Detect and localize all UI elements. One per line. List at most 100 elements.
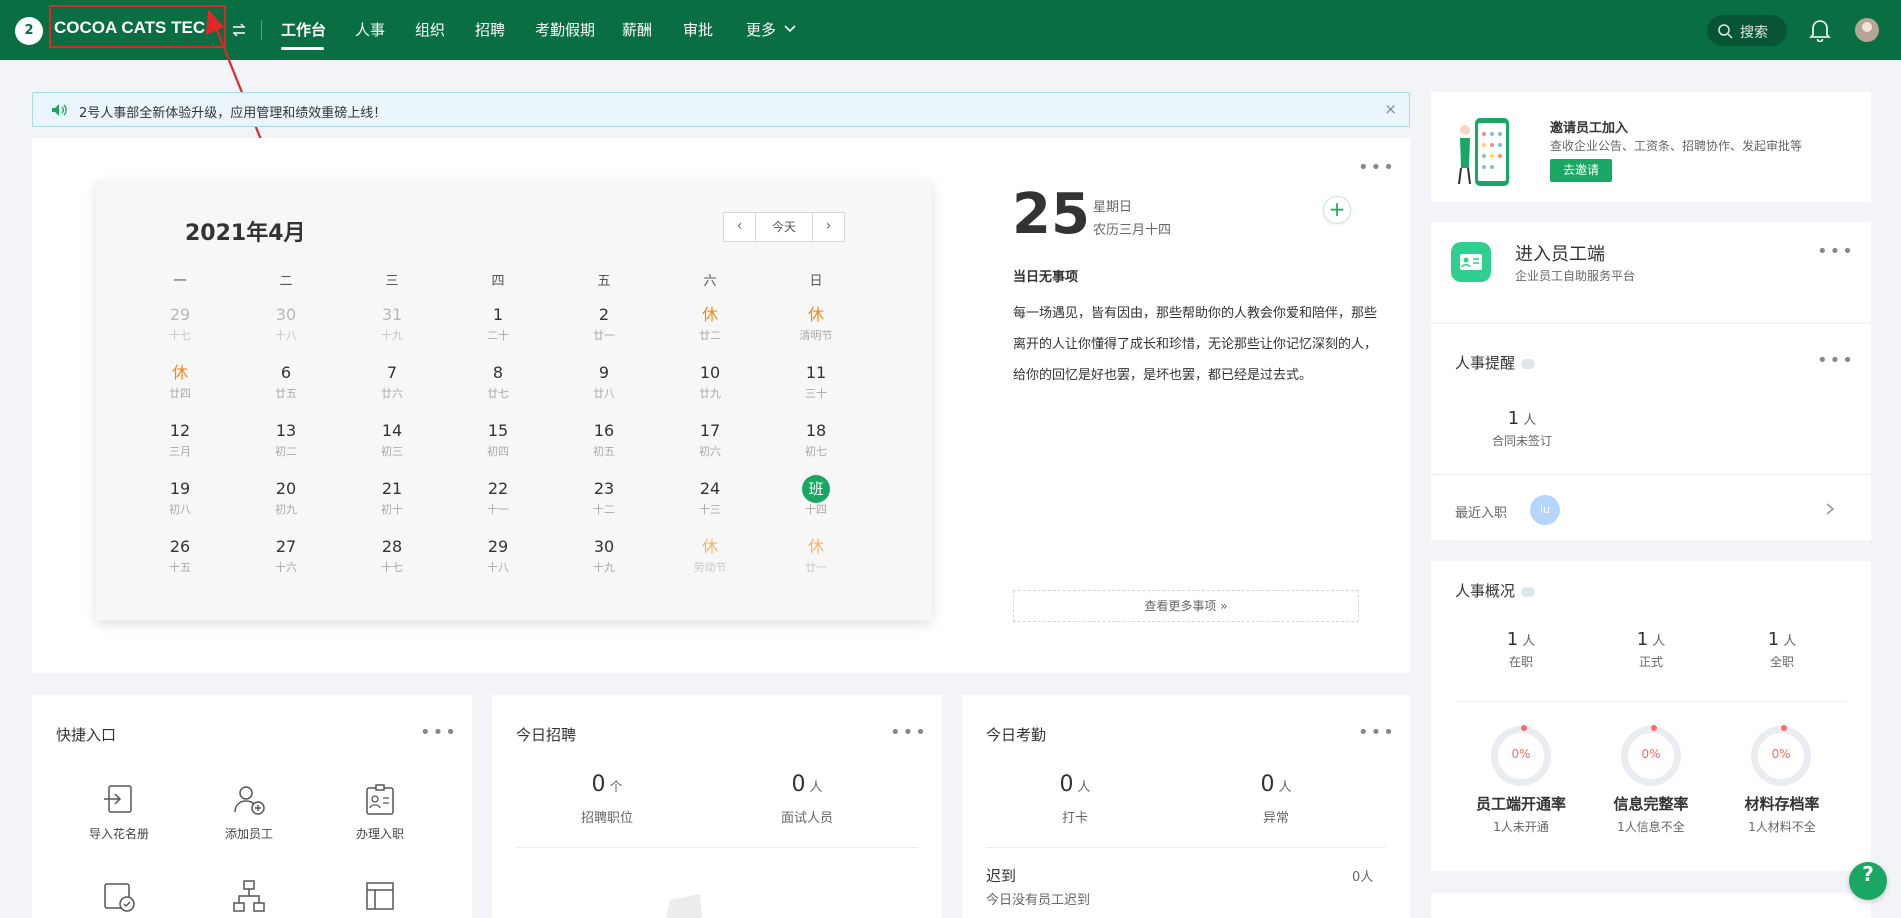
calendar-day[interactable]: 15 初四 bbox=[468, 421, 528, 459]
fulltime-count[interactable]: 1人 bbox=[1712, 629, 1852, 650]
calendar-day[interactable]: 29 十八 bbox=[468, 537, 528, 575]
calendar-day[interactable]: 17 初六 bbox=[680, 421, 740, 459]
lunar-date: 三月 bbox=[169, 445, 191, 458]
calendar-day[interactable]: 30 十八 bbox=[256, 305, 316, 343]
calendar-day[interactable]: 30 十九 bbox=[574, 537, 634, 575]
id-card-icon bbox=[1451, 242, 1491, 282]
calendar-day[interactable]: 22 十一 bbox=[468, 479, 528, 517]
attendance-check-icon[interactable] bbox=[101, 878, 137, 914]
org-chart-icon[interactable] bbox=[231, 878, 267, 914]
regular-count[interactable]: 1人 bbox=[1581, 629, 1721, 650]
calendar-day[interactable]: 10 廿九 bbox=[680, 363, 740, 401]
abnormal-count[interactable]: 0人 bbox=[1206, 772, 1346, 797]
calendar-day[interactable]: 19 初八 bbox=[150, 479, 210, 517]
more-options-icon[interactable]: ••• bbox=[1817, 352, 1855, 370]
day-number: 10 bbox=[699, 363, 721, 382]
calendar-day[interactable]: 6 廿五 bbox=[256, 363, 316, 401]
help-button[interactable]: ? bbox=[1849, 862, 1887, 900]
calendar-day[interactable]: 29 十七 bbox=[150, 305, 210, 343]
open-positions-count[interactable]: 0个 bbox=[537, 772, 677, 797]
more-options-icon[interactable]: ••• bbox=[1817, 243, 1855, 261]
calendar-day[interactable]: 24 十三 bbox=[680, 479, 740, 517]
calendar-day[interactable]: 休廿一 bbox=[786, 537, 846, 575]
calendar-day[interactable]: 26 十五 bbox=[150, 537, 210, 575]
prev-month-button[interactable]: ‹ bbox=[724, 213, 756, 241]
nav-recruitment[interactable]: 招聘 bbox=[475, 19, 505, 40]
add-event-button[interactable]: + bbox=[1323, 196, 1351, 224]
calendar-day[interactable]: 休廿二 bbox=[680, 305, 740, 343]
lunar-date: 廿二 bbox=[699, 329, 721, 342]
nav-workbench[interactable]: 工作台 bbox=[281, 19, 326, 40]
calendar-day[interactable]: 12 三月 bbox=[150, 421, 210, 459]
calendar-day[interactable]: 21 初十 bbox=[362, 479, 422, 517]
close-icon[interactable]: × bbox=[1384, 100, 1397, 118]
active-count[interactable]: 1人 bbox=[1451, 629, 1591, 650]
active-label: 在职 bbox=[1508, 655, 1533, 669]
info-icon[interactable] bbox=[1521, 586, 1536, 597]
weekday-header: 二 bbox=[279, 274, 293, 289]
nav-approval[interactable]: 审批 bbox=[683, 19, 713, 40]
calendar-day[interactable]: 11 三十 bbox=[786, 363, 846, 401]
calendar-day[interactable]: 班十四 bbox=[786, 475, 846, 517]
calendar-month-title: 2021年4月 bbox=[185, 221, 306, 246]
more-options-icon[interactable]: ••• bbox=[420, 724, 458, 742]
calendar-day[interactable]: 休清明节 bbox=[786, 305, 846, 343]
user-avatar[interactable] bbox=[1855, 18, 1879, 42]
calendar-day[interactable]: 休劳动节 bbox=[680, 537, 740, 575]
calendar-day[interactable]: 20 初九 bbox=[256, 479, 316, 517]
app-logo[interactable]: 2 bbox=[15, 17, 43, 45]
invite-button[interactable]: 去邀请 bbox=[1550, 159, 1612, 182]
calendar-day[interactable]: 31 十九 bbox=[362, 305, 422, 343]
announcement-text[interactable]: 2号人事部全新体验升级，应用管理和绩效重磅上线！ bbox=[79, 102, 386, 121]
nav-personnel[interactable]: 人事 bbox=[355, 19, 385, 40]
calendar-panel: ••• 2021年4月 ‹ 今天 › 一二三四五六日 29 十七 30 十八 31 十九 1 二… bbox=[32, 138, 1410, 673]
chevron-down-icon[interactable] bbox=[783, 21, 797, 35]
lunar-date: 三十 bbox=[805, 387, 827, 400]
nav-attendance[interactable]: 考勤假期 bbox=[535, 19, 595, 40]
employee-portal-card[interactable]: 进入员工端 企业员工自助服务平台 ••• bbox=[1431, 222, 1871, 322]
lunar-date: 十五 bbox=[169, 561, 191, 574]
calendar-day[interactable]: 7 廿六 bbox=[362, 363, 422, 401]
calendar-day[interactable]: 休廿四 bbox=[150, 363, 210, 401]
calendar-day[interactable]: 28 十七 bbox=[362, 537, 422, 575]
next-month-button[interactable]: › bbox=[812, 213, 844, 241]
interviewees-count[interactable]: 0人 bbox=[737, 772, 877, 797]
calendar-day[interactable]: 14 初三 bbox=[362, 421, 422, 459]
day-number: 19 bbox=[169, 479, 191, 498]
daily-quote: 每一场遇见，皆有因由，那些帮助你的人教会你爱和陪伴，那些离开的人让你懂得了成长和… bbox=[1013, 306, 1378, 383]
progress-ring: 0% bbox=[1751, 725, 1811, 786]
calendar-day[interactable]: 1 二十 bbox=[468, 305, 528, 343]
calendar-day[interactable]: 27 十六 bbox=[256, 537, 316, 575]
clock-in-count[interactable]: 0人 bbox=[1005, 772, 1145, 797]
more-options-icon[interactable]: ••• bbox=[1358, 159, 1396, 177]
calendar-day[interactable]: 18 初七 bbox=[786, 421, 846, 459]
view-more-events-button[interactable]: 查看更多事项 » bbox=[1013, 590, 1359, 622]
nav-more[interactable]: 更多 bbox=[746, 19, 776, 40]
employee-portal-description: 企业员工自助服务平台 bbox=[1515, 269, 1636, 283]
late-count: 0人 bbox=[1352, 870, 1374, 885]
bell-icon[interactable] bbox=[1809, 18, 1831, 42]
chevron-right-icon[interactable] bbox=[1823, 502, 1837, 516]
info-icon[interactable] bbox=[1521, 358, 1536, 369]
calendar-day[interactable]: 8 廿七 bbox=[468, 363, 528, 401]
calendar-day[interactable]: 9 廿八 bbox=[574, 363, 634, 401]
day-number: 15 bbox=[487, 421, 509, 440]
nav-payroll[interactable]: 薪酬 bbox=[622, 19, 652, 40]
recent-hire-avatar[interactable]: iu bbox=[1530, 495, 1560, 525]
quick-entry-title: 快捷入口 bbox=[56, 726, 117, 744]
today-button[interactable]: 今天 bbox=[756, 213, 812, 241]
calendar-day[interactable]: 13 初二 bbox=[256, 421, 316, 459]
nav-organization[interactable]: 组织 bbox=[415, 19, 445, 40]
weekday-header: 一 bbox=[173, 274, 187, 289]
more-options-icon[interactable]: ••• bbox=[1358, 724, 1396, 742]
lunar-date: 廿八 bbox=[593, 387, 615, 400]
calendar-day[interactable]: 23 十二 bbox=[574, 479, 634, 517]
calendar-day[interactable]: 16 初五 bbox=[574, 421, 634, 459]
calendar-day[interactable]: 2 廿一 bbox=[574, 305, 634, 343]
more-options-icon[interactable]: ••• bbox=[890, 724, 928, 742]
next-card-partial bbox=[1431, 893, 1871, 918]
unsigned-contracts-count[interactable]: 1人 bbox=[1452, 408, 1592, 429]
switch-company-icon[interactable] bbox=[231, 22, 247, 38]
search-button[interactable]: 搜索 bbox=[1707, 15, 1787, 46]
report-icon[interactable] bbox=[362, 878, 398, 914]
